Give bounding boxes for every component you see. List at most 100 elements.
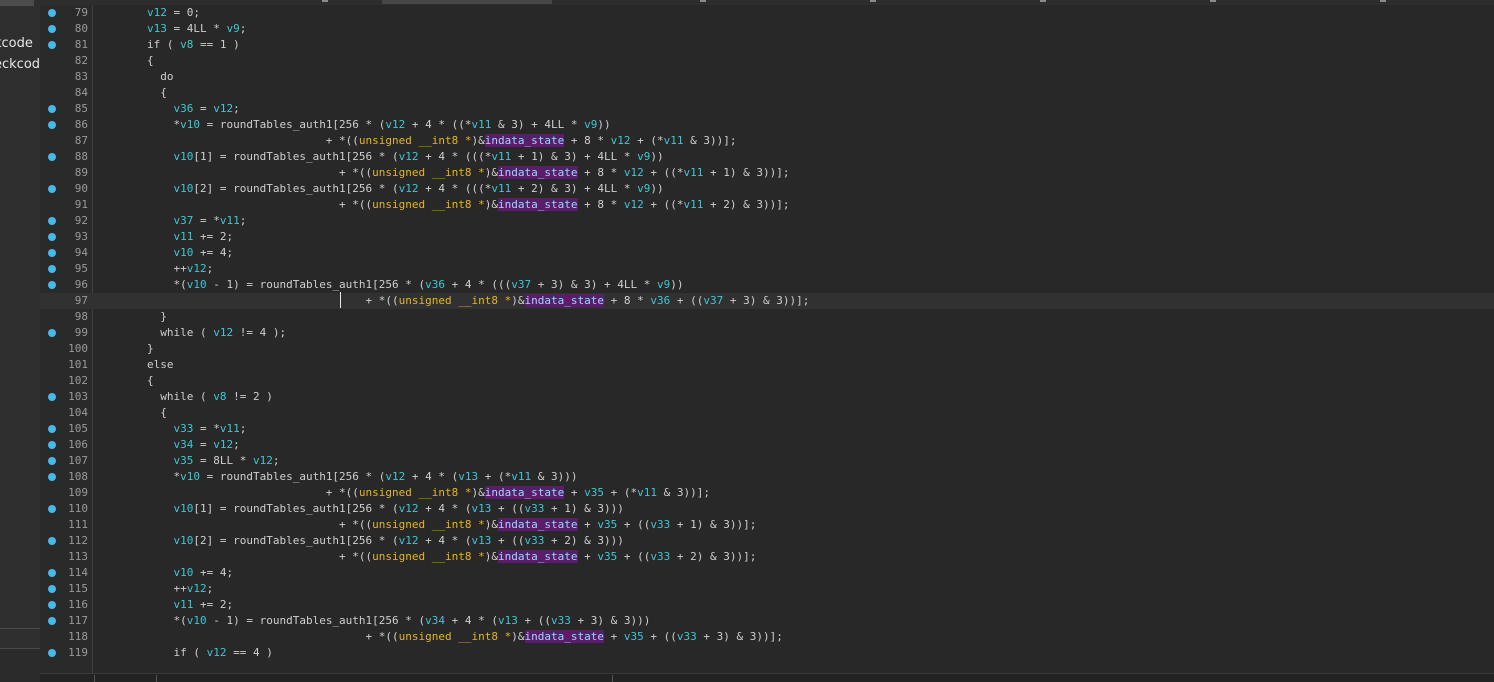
breakpoint-dot-icon[interactable] — [48, 569, 56, 577]
identifier-token[interactable]: v12 — [207, 646, 227, 659]
code-line[interactable]: 115 ++v12; — [40, 581, 1494, 597]
code-line[interactable]: 97 + *((unsigned __int8 *)&indata_state … — [40, 293, 1494, 309]
code-line[interactable]: 86 *v10 = roundTables_auth1[256 * (v12 +… — [40, 117, 1494, 133]
code-content[interactable]: v12 = 0; — [94, 5, 200, 21]
identifier-token[interactable]: v13 — [472, 502, 492, 515]
code-content[interactable]: if ( v12 == 4 ) — [94, 645, 272, 661]
breakpoint-dot-icon[interactable] — [48, 617, 56, 625]
code-line[interactable]: 94 v10 += 4; — [40, 245, 1494, 261]
highlighted-symbol[interactable]: indata_state — [498, 550, 578, 563]
breakpoint-dot-icon[interactable] — [48, 601, 56, 609]
pseudocode-editor[interactable]: 79 v12 = 0; 80 v13 = 4LL * v9; 81 if ( v8 … — [40, 5, 1494, 673]
code-content[interactable]: v10[1] = roundTables_auth1[256 * (v12 + … — [94, 501, 623, 517]
identifier-token[interactable]: v33 — [650, 518, 670, 531]
code-content[interactable]: { — [94, 85, 167, 101]
highlighted-symbol[interactable]: indata_state — [524, 630, 604, 643]
identifier-token[interactable]: v8 — [180, 38, 193, 51]
identifier-token[interactable]: v9 — [637, 182, 650, 195]
code-line[interactable]: 93 v11 += 2; — [40, 229, 1494, 245]
code-content[interactable]: while ( v8 != 2 ) — [94, 389, 273, 405]
code-content[interactable]: + *((unsigned __int8 *)&indata_state + 8… — [94, 197, 789, 213]
code-content[interactable]: *v10 = roundTables_auth1[256 * (v12 + 4 … — [94, 117, 610, 133]
code-line[interactable]: 83 do — [40, 69, 1494, 85]
identifier-token[interactable]: v9 — [657, 278, 670, 291]
code-line[interactable]: 98 } — [40, 309, 1494, 325]
identifier-token[interactable]: v33 — [677, 630, 697, 643]
breakpoint-dot-icon[interactable] — [48, 9, 56, 17]
breakpoint-dot-icon[interactable] — [48, 217, 56, 225]
identifier-token[interactable]: v12 — [253, 454, 273, 467]
code-content[interactable]: while ( v12 != 4 ); — [94, 325, 286, 341]
identifier-token[interactable]: v11 — [220, 214, 240, 227]
code-line[interactable]: 102 { — [40, 373, 1494, 389]
identifier-token[interactable]: v33 — [650, 550, 670, 563]
code-line[interactable]: 119 if ( v12 == 4 ) — [40, 645, 1494, 661]
code-line[interactable]: 100 } — [40, 341, 1494, 357]
identifier-token[interactable]: v12 — [399, 502, 419, 515]
breakpoint-dot-icon[interactable] — [48, 473, 56, 481]
code-line[interactable]: 109 + *((unsigned __int8 *)&indata_state… — [40, 485, 1494, 501]
code-content[interactable]: *v10 = roundTables_auth1[256 * (v12 + 4 … — [94, 469, 577, 485]
identifier-token[interactable]: v35 — [173, 454, 193, 467]
code-line[interactable]: 85 v36 = v12; — [40, 101, 1494, 117]
identifier-token[interactable]: v12 — [187, 582, 207, 595]
identifier-token[interactable]: v12 — [624, 198, 644, 211]
code-content[interactable]: v10[2] = roundTables_auth1[256 * (v12 + … — [94, 533, 623, 549]
code-line[interactable]: 106 v34 = v12; — [40, 437, 1494, 453]
breakpoint-dot-icon[interactable] — [48, 249, 56, 257]
identifier-token[interactable]: v12 — [385, 118, 405, 131]
identifier-token[interactable]: v12 — [399, 150, 419, 163]
code-line[interactable]: 116 v11 += 2; — [40, 597, 1494, 613]
identifier-token[interactable]: v11 — [173, 230, 193, 243]
breakpoint-dot-icon[interactable] — [48, 41, 56, 49]
code-line[interactable]: 103 while ( v8 != 2 ) — [40, 389, 1494, 405]
breakpoint-dot-icon[interactable] — [48, 457, 56, 465]
active-tab-indicator[interactable] — [382, 0, 552, 4]
highlighted-symbol[interactable]: indata_state — [484, 134, 565, 147]
identifier-token[interactable]: v10 — [187, 614, 207, 627]
identifier-token[interactable]: v8 — [213, 390, 226, 403]
code-content[interactable]: + *((unsigned __int8 *)&indata_state + v… — [94, 485, 710, 501]
breakpoint-dot-icon[interactable] — [48, 153, 56, 161]
code-content[interactable]: do — [94, 69, 173, 85]
breakpoint-dot-icon[interactable] — [48, 233, 56, 241]
identifier-token[interactable]: v12 — [213, 438, 233, 451]
code-line[interactable]: 101 else — [40, 357, 1494, 373]
code-content[interactable]: } — [94, 341, 154, 357]
identifier-token[interactable]: v11 — [220, 422, 240, 435]
highlighted-symbol[interactable]: indata_state — [498, 198, 578, 211]
identifier-token[interactable]: v36 — [173, 102, 193, 115]
code-content[interactable]: + *((unsigned __int8 *)&indata_state + v… — [94, 629, 783, 645]
identifier-token[interactable]: v12 — [399, 534, 419, 547]
identifier-token[interactable]: v35 — [597, 550, 617, 563]
code-line[interactable]: 88 v10[1] = roundTables_auth1[256 * (v12… — [40, 149, 1494, 165]
code-line[interactable]: 87 + *((unsigned __int8 *)&indata_state … — [40, 133, 1494, 149]
identifier-token[interactable]: v13 — [147, 22, 167, 35]
code-content[interactable]: ++v12; — [94, 261, 213, 277]
code-content[interactable]: + *((unsigned __int8 *)&indata_state + 8… — [94, 293, 809, 309]
identifier-token[interactable]: v37 — [703, 294, 723, 307]
breakpoint-dot-icon[interactable] — [48, 185, 56, 193]
code-line[interactable]: 108 *v10 = roundTables_auth1[256 * (v12 … — [40, 469, 1494, 485]
breakpoint-dot-icon[interactable] — [48, 505, 56, 513]
identifier-token[interactable]: v11 — [664, 134, 684, 147]
code-content[interactable]: } — [94, 309, 167, 325]
code-content[interactable]: *(v10 - 1) = roundTables_auth1[256 * (v3… — [94, 277, 683, 293]
breakpoint-dot-icon[interactable] — [48, 281, 56, 289]
code-line[interactable]: 89 + *((unsigned __int8 *)&indata_state … — [40, 165, 1494, 181]
code-content[interactable]: v10 += 4; — [94, 245, 233, 261]
identifier-token[interactable]: v9 — [637, 150, 650, 163]
identifier-token[interactable]: v12 — [213, 102, 233, 115]
identifier-token[interactable]: v35 — [624, 630, 644, 643]
code-line[interactable]: 91 + *((unsigned __int8 *)&indata_state … — [40, 197, 1494, 213]
identifier-token[interactable]: v12 — [611, 134, 631, 147]
highlighted-symbol[interactable]: indata_state — [498, 518, 578, 531]
code-content[interactable]: if ( v8 == 1 ) — [94, 37, 240, 53]
code-content[interactable]: v10 += 4; — [94, 565, 233, 581]
code-content[interactable]: else — [94, 357, 174, 373]
code-line[interactable]: 107 v35 = 8LL * v12; — [40, 453, 1494, 469]
identifier-token[interactable]: v12 — [213, 326, 233, 339]
code-content[interactable]: v34 = v12; — [94, 437, 239, 453]
identifier-token[interactable]: v11 — [491, 150, 511, 163]
identifier-token[interactable]: v34 — [173, 438, 193, 451]
